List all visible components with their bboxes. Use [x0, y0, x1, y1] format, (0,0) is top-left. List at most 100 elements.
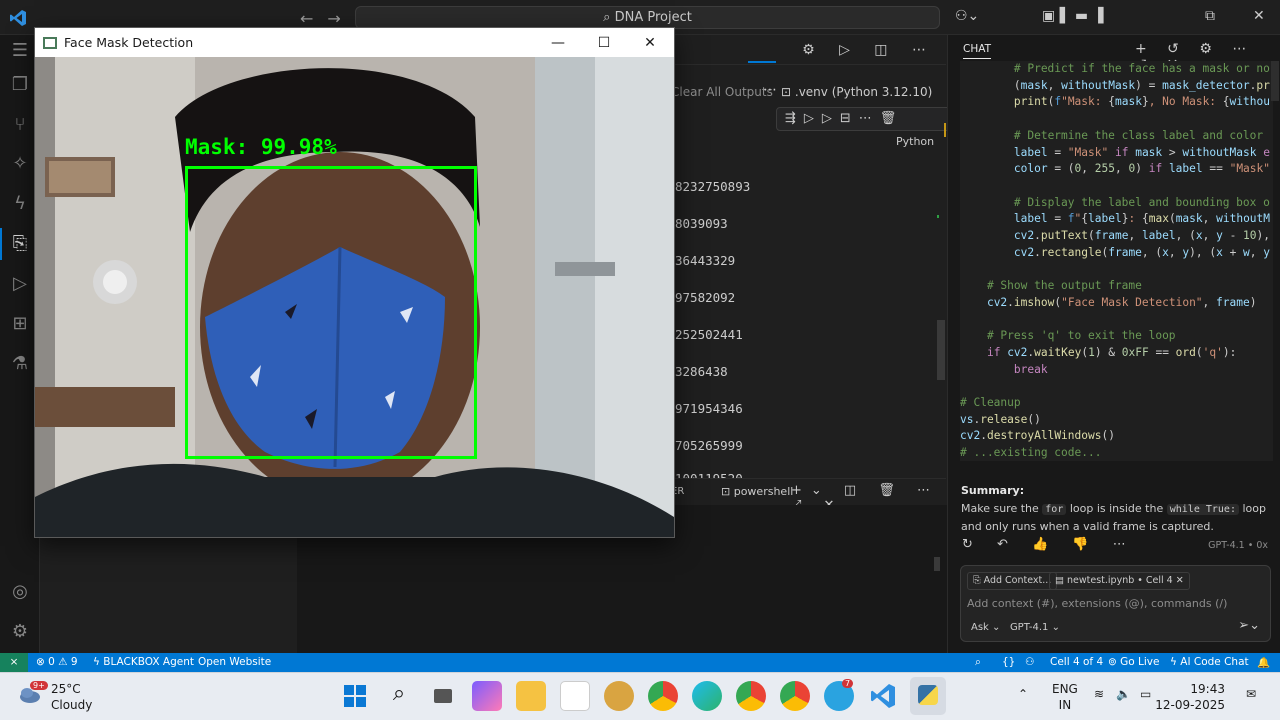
wifi-icon[interactable]: ≋ — [1094, 687, 1104, 701]
copilot-sparkle-icon[interactable]: ✧ — [8, 152, 32, 176]
clear-outputs-button[interactable]: Clear All Outputs — [671, 85, 773, 99]
add-context-button[interactable]: ⎘ Add Context... — [967, 572, 1058, 590]
copilot-status-icon[interactable]: ⚇ — [1025, 656, 1034, 668]
explorer-icon[interactable]: ❐ — [8, 73, 32, 97]
minimize-button[interactable]: — — [535, 31, 581, 55]
extensions-icon[interactable]: ⊞ — [8, 312, 32, 336]
tray-chevron-icon[interactable]: ⌃ — [1018, 687, 1028, 701]
editor-scrollbar[interactable] — [937, 320, 945, 380]
bolt-icon[interactable]: ϟ — [8, 192, 32, 216]
chat-input-box[interactable]: ⎘ Add Context... ▤ newtest.ipynb • Cell … — [960, 565, 1271, 642]
chat-panel: CHAT + ↺ ⚙ ⋯ ⤢ ✕ # Predict if the face h… — [947, 35, 1280, 653]
account-icon[interactable]: ◎ — [8, 580, 32, 604]
file-context-chip[interactable]: ▤ newtest.ipynb • Cell 4 ✕ — [1049, 572, 1190, 590]
summary-part: loop is inside the — [1066, 502, 1167, 515]
model-tag: GPT-4.1 • 0x — [1208, 540, 1268, 551]
volume-icon[interactable]: 🔈 — [1116, 687, 1131, 701]
chrome-icon[interactable] — [648, 681, 678, 711]
detection-label: Mask: 99.98% — [185, 135, 337, 159]
more-actions-icon[interactable]: ⋯ — [763, 82, 777, 98]
kernel-picker[interactable]: ⊡ .venv (Python 3.12.10) — [781, 85, 932, 99]
language-indicator[interactable]: ENG IN — [1052, 681, 1078, 713]
search-taskbar-icon[interactable]: ⌕ — [384, 681, 414, 711]
blackbox-status[interactable]: ϟ BLACKBOX Agent — [93, 656, 194, 668]
battery-icon[interactable]: ▭ — [1140, 687, 1151, 701]
temperature: 25°C — [51, 682, 81, 696]
windows-logo-icon — [344, 685, 366, 707]
python-app-icon[interactable] — [910, 677, 946, 715]
chat-title[interactable]: CHAT — [963, 43, 992, 59]
forward-arrow-icon[interactable]: → — [327, 9, 354, 28]
chat-input-placeholder[interactable]: Add context (#), extensions (@), command… — [967, 597, 1227, 610]
output-line: 971954346 — [675, 401, 743, 416]
cell-toolbar[interactable]: ⇶▷▷⊟⋯🗑 — [776, 107, 956, 131]
chat-scrollbar[interactable] — [1271, 61, 1279, 101]
edge-icon[interactable] — [692, 681, 722, 711]
file-explorer-icon[interactable] — [516, 681, 546, 711]
run-debug-icon[interactable]: ▷ — [8, 272, 32, 296]
maximize-button[interactable]: ☐ — [581, 31, 627, 55]
blackbox-label: BLACKBOX Agent — [103, 656, 194, 668]
copilot-app-icon[interactable] — [472, 681, 502, 711]
problems-status[interactable]: ⊗ 0 ⚠ 9 — [36, 656, 78, 668]
remote-icon[interactable]: ⨯ — [0, 653, 28, 672]
close-button[interactable]: ✕ — [627, 31, 673, 55]
back-arrow-icon[interactable]: ← — [300, 9, 327, 28]
output-line: 252502441 — [675, 327, 743, 342]
task-view-icon[interactable] — [428, 681, 458, 711]
source-control-icon[interactable]: ⑂ — [8, 113, 32, 137]
code-block: # Predict if the face has a mask or no (… — [960, 61, 1273, 461]
lang-secondary: IN — [1058, 698, 1072, 712]
chrome-profile-2-icon[interactable] — [780, 681, 810, 711]
summary-part: Make sure the — [961, 502, 1043, 515]
terminal-shell-tab[interactable]: ⊡ powershell — [721, 485, 793, 498]
open-website-status[interactable]: Open Website — [198, 656, 271, 668]
braces-icon[interactable]: {} — [1002, 656, 1015, 668]
notification-icon[interactable]: ✉ — [1246, 687, 1256, 701]
vscode-logo-icon — [10, 10, 26, 26]
add-context-label: Add Context... — [983, 575, 1052, 586]
go-live-status[interactable]: ⊚ Go Live — [1108, 656, 1159, 668]
send-icon[interactable]: ➢⌄ — [1238, 618, 1260, 633]
pages-icon[interactable]: ⎘ — [8, 232, 32, 256]
file-chip-label: newtest.ipynb • Cell 4 — [1067, 575, 1173, 586]
store-icon[interactable] — [560, 681, 590, 711]
layout-icons[interactable]: ▣ ▌ ▬ ▐ — [1042, 8, 1103, 24]
inline-code: for — [1042, 504, 1067, 515]
vscode-taskbar-icon[interactable] — [868, 681, 898, 711]
start-button[interactable] — [340, 681, 370, 711]
telegram-badge: 7 — [842, 679, 854, 688]
window-title: Face Mask Detection — [64, 35, 194, 50]
copilot-icon[interactable]: ⚇⌄ — [955, 8, 979, 24]
editor-actions[interactable]: ⚙ ▷ ◫ ⋯ — [802, 42, 936, 58]
go-live-label: Go Live — [1120, 656, 1160, 668]
weather-text: 25°C Cloudy — [51, 681, 92, 713]
output-line: 97582092 — [675, 290, 736, 305]
close-window-icon[interactable]: ✕ — [1253, 8, 1265, 24]
model-label: GPT-4.1 — [1009, 622, 1049, 633]
chrome-profile-icon[interactable] — [736, 681, 766, 711]
restore-window-icon[interactable]: ⧉ — [1205, 8, 1215, 24]
window-title-bar[interactable]: Face Mask Detection — ☐ ✕ — [35, 28, 674, 57]
lang-primary: ENG — [1052, 682, 1078, 696]
cell-language[interactable]: Python — [896, 135, 934, 148]
weather-badge: 9+ — [30, 681, 48, 690]
terminal-scrollbar[interactable] — [934, 557, 940, 571]
zoom-icon[interactable]: ⌕ — [975, 656, 981, 669]
inline-code: while True: — [1166, 504, 1239, 515]
menu-icon[interactable]: ☰ — [8, 39, 32, 63]
vscode-icon — [871, 684, 895, 708]
windows-taskbar: 9+ 25°C Cloudy ⌕ 7 ⌃ ENG IN ≋ 🔈 ▭ 19:43 12-… — [0, 672, 1280, 720]
testing-flask-icon[interactable]: ⚗ — [8, 352, 32, 376]
weather-condition: Cloudy — [51, 698, 93, 712]
cell-status[interactable]: Cell 4 of 4 — [1050, 656, 1103, 668]
face-mask-detection-window[interactable]: Face Mask Detection — ☐ ✕ Mask: 99.98% — [34, 27, 675, 538]
command-center-search[interactable]: ⌕ DNA Project — [355, 6, 940, 29]
response-actions[interactable]: ↻ ↶ 👍 👎 ⋯ — [962, 537, 1136, 552]
medal-app-icon[interactable] — [604, 681, 634, 711]
settings-gear-icon[interactable]: ⚙ — [8, 620, 32, 644]
notification-bell-icon[interactable]: 🔔 — [1257, 656, 1270, 669]
ai-chat-status[interactable]: ϟ AI Code Chat — [1170, 656, 1249, 668]
clock[interactable]: 19:43 12-09-2025 — [1155, 681, 1225, 713]
chat-mode-select[interactable]: Ask ⌄ GPT-4.1 ⌄ — [971, 622, 1060, 633]
